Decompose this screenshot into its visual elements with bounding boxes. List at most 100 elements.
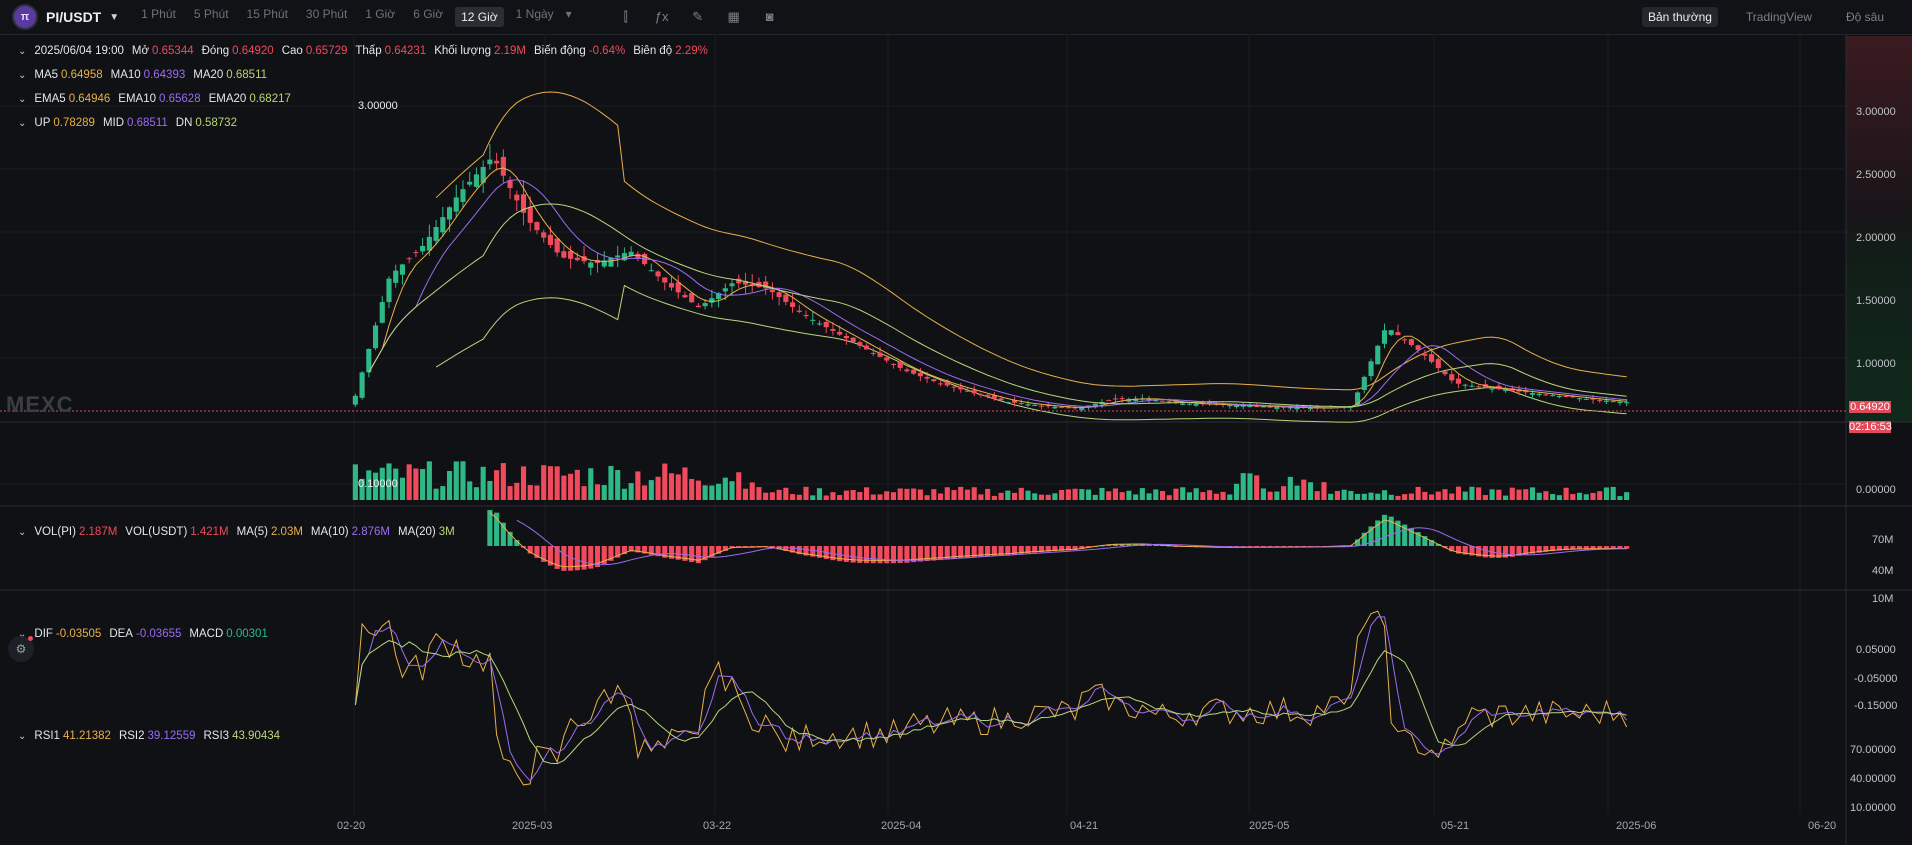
view-depth[interactable]: Độ sâu (1840, 7, 1890, 27)
collapse-icon[interactable]: ⌄ (18, 118, 26, 129)
volume-bar (1503, 495, 1509, 500)
view-standard[interactable]: Bản thường (1641, 7, 1718, 27)
candle-body (446, 207, 453, 220)
candle-type-icon[interactable]: ⫿ (618, 9, 634, 25)
volume-bar (1018, 487, 1024, 500)
rsi2-value: 39.12559 (147, 730, 196, 742)
volume-bar (420, 469, 426, 500)
camera-icon[interactable]: ◙ (762, 9, 778, 25)
candle-body (890, 363, 897, 365)
collapse-icon[interactable]: ⌄ (18, 731, 26, 742)
top-toolbar: π PI/USDT ▼ 1 Phút 5 Phút 15 Phút 30 Phú… (0, 0, 1912, 35)
volume-bar (964, 489, 971, 500)
ema5-value: 0.64946 (68, 93, 111, 105)
volume-bar (480, 466, 486, 500)
interval-1m[interactable]: 1 Phút (141, 7, 176, 27)
candle-body (588, 262, 594, 268)
interval-30m[interactable]: 30 Phút (306, 7, 347, 27)
interval-15m[interactable]: 15 Phút (247, 7, 288, 27)
volume-value: 2.19M (494, 45, 526, 57)
volume-bar (507, 486, 513, 500)
volume-bar (1287, 476, 1293, 500)
volume-bar (527, 485, 533, 500)
volume-bar (1476, 487, 1482, 500)
volume-bar (716, 483, 722, 500)
volume-bar (756, 487, 762, 500)
collapse-icon[interactable]: ⌄ (18, 70, 26, 81)
volume-bar (1603, 487, 1610, 500)
boll-upper-line (435, 91, 1627, 391)
volume-bar (568, 473, 574, 500)
volume-bar (1435, 491, 1441, 500)
collapse-icon[interactable]: ⌄ (18, 527, 26, 538)
interval-1d[interactable]: 1 Ngày (516, 7, 554, 27)
candle-body (1119, 398, 1125, 400)
volume-bar (1321, 482, 1327, 500)
rsi3-line (354, 640, 1627, 765)
volume-bar (1402, 494, 1408, 500)
collapse-icon[interactable]: ⌄ (18, 94, 26, 105)
date-tick: 02-20 (337, 820, 366, 832)
volume-bar (1247, 473, 1253, 500)
volume-bar (1011, 492, 1018, 500)
low-value: 0.64231 (384, 45, 427, 57)
macd-value: 0.00301 (226, 628, 268, 640)
pair-selector[interactable]: PI/USDT (46, 9, 101, 25)
ma10-line (368, 179, 1627, 409)
collapse-icon[interactable]: ⌄ (18, 46, 26, 57)
rsi-tick: 10.00000 (1850, 802, 1896, 814)
candle-body (1442, 371, 1448, 375)
volume-bar (897, 488, 903, 500)
candle-body (1489, 388, 1495, 390)
interval-1h[interactable]: 1 Giờ (365, 7, 395, 27)
candle-body (568, 250, 574, 259)
view-tradingview[interactable]: TradingView (1740, 7, 1818, 27)
candle-body (884, 357, 890, 361)
volume-bar (1496, 489, 1502, 500)
volume-legend: ⌄ VOL(PI) 2.187M VOL(USDT) 1.421M MA(5) 2.0… (18, 526, 455, 538)
volume-bar (1462, 491, 1468, 500)
volume-tick: 10M (1872, 593, 1894, 605)
interval-dropdown-icon[interactable]: ▾ (566, 7, 572, 27)
interval-tabs: 1 Phút 5 Phút 15 Phút 30 Phút 1 Giờ 6 Gi… (141, 7, 590, 27)
interval-12h[interactable]: 12 Giờ (455, 7, 504, 27)
volume-bar (1106, 491, 1112, 500)
volume-bar (884, 491, 890, 500)
volume-bar (877, 494, 883, 500)
candle-body (796, 310, 802, 312)
candle-body (1435, 359, 1441, 369)
volume-bar (985, 488, 991, 500)
volume-tick: 70M (1872, 534, 1894, 546)
open-value: 0.65344 (152, 45, 194, 57)
candle-body (473, 174, 479, 187)
draw-pen-icon[interactable]: ✎ (690, 9, 706, 25)
volume-bar (628, 483, 634, 500)
notification-dot (28, 636, 33, 641)
candle-body (1059, 406, 1065, 408)
candle-body (541, 232, 547, 238)
macd-tick: -0.15000 (1854, 700, 1898, 712)
candle-body (1247, 405, 1253, 408)
volume-bar (971, 487, 977, 500)
candle-body (1449, 374, 1455, 381)
candle-body (1395, 332, 1401, 336)
interval-6h[interactable]: 6 Giờ (413, 7, 443, 27)
kline-chart-area[interactable] (0, 34, 1912, 845)
dea-value: -0.03655 (135, 628, 182, 640)
interval-5m[interactable]: 5 Phút (194, 7, 229, 27)
volume-bar (1193, 488, 1199, 500)
volume-bar (1045, 494, 1051, 500)
volume-bar (574, 469, 580, 500)
change-value: -0.64% (588, 45, 626, 57)
indicator-icon[interactable]: ƒx (654, 9, 670, 25)
ma10-value: 0.64393 (143, 69, 186, 81)
layout-grid-icon[interactable]: ▦ (726, 9, 742, 25)
volume-bar (1469, 486, 1475, 500)
volume-bar (1112, 488, 1118, 500)
pair-dropdown-icon[interactable]: ▼ (109, 12, 119, 23)
boll-lower-line (435, 284, 1627, 423)
ma20-line (368, 203, 1627, 408)
date-tick: 06-20 (1808, 820, 1837, 832)
volume-bar (487, 480, 493, 500)
volume-bar (763, 492, 769, 500)
